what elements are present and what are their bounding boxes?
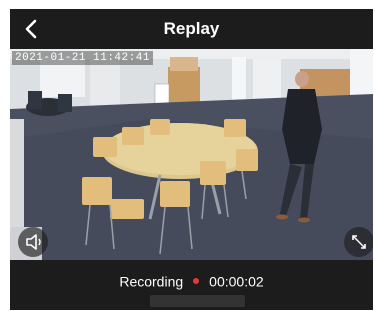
recording-duration: 00:00:02 — [209, 273, 264, 290]
video-timestamp: 2021-01-21 11:42:41 — [12, 51, 153, 65]
video-player[interactable]: 2021-01-21 11:42:41 — [10, 49, 373, 260]
camera-frame-image — [10, 49, 373, 260]
speaker-icon — [26, 234, 41, 250]
mute-button[interactable] — [18, 227, 48, 257]
header-bar: Replay — [10, 9, 373, 49]
recording-indicator — [193, 278, 200, 285]
recording-status: Recording 00:00:02 — [10, 272, 373, 289]
page-title: Replay — [163, 19, 220, 38]
fullscreen-button[interactable] — [344, 227, 373, 257]
recording-label: Recording — [119, 273, 184, 290]
replay-screen: Replay 2021-01-21 11:42:41 Recording 00:… — [10, 9, 373, 310]
home-indicator — [150, 295, 245, 307]
expand-icon — [352, 235, 366, 249]
